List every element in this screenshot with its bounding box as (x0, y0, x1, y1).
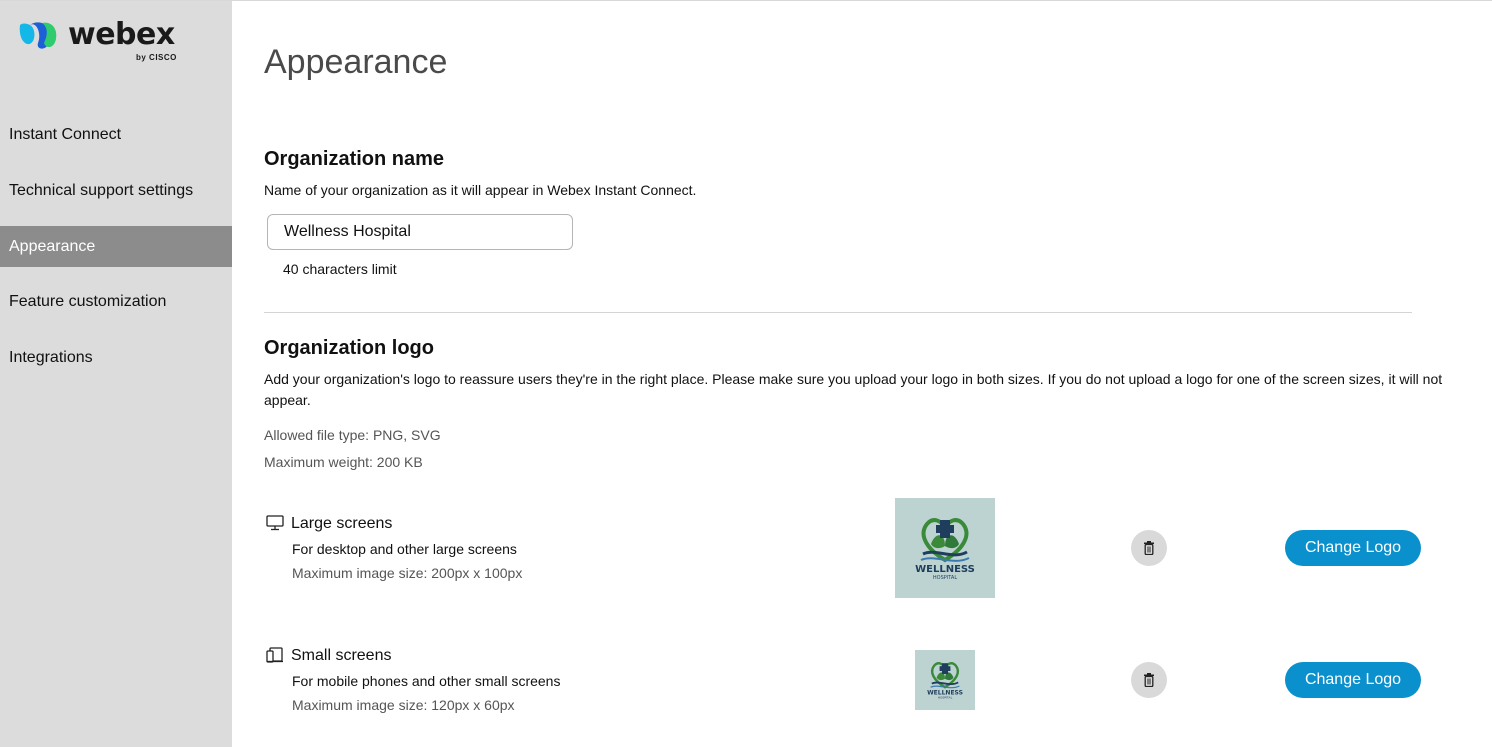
wellness-hospital-logo-large: WELLNESS HOSPITAL (895, 498, 995, 598)
small-screens-title: Small screens (291, 647, 392, 664)
sidebar-item-appearance[interactable]: Appearance (0, 226, 232, 267)
sidebar-nav: Instant Connect Technical support settin… (0, 107, 232, 386)
org-logo-description: Add your organization's logo to reassure… (264, 371, 1443, 408)
section-divider (264, 312, 1412, 313)
monitor-icon (266, 515, 284, 531)
org-logo-heading: Organization logo (264, 337, 434, 359)
change-small-logo-button[interactable]: Change Logo (1285, 662, 1421, 698)
wellness-hospital-logo-small: WELLNESS HOSPITAL (915, 650, 975, 710)
org-name-description: Name of your organization as it will app… (264, 182, 697, 198)
sidebar-item-instant-connect[interactable]: Instant Connect (0, 107, 232, 163)
sidebar-item-technical-support-settings[interactable]: Technical support settings (0, 163, 232, 219)
large-screens-max-size: Maximum image size: 200px x 100px (292, 565, 523, 581)
webex-mark-icon (19, 22, 57, 49)
app-window: webex by CISCO Instant Connect Technical… (0, 0, 1492, 747)
delete-small-logo-button[interactable] (1131, 662, 1167, 698)
delete-large-logo-button[interactable] (1131, 530, 1167, 566)
small-screens-subtitle: For mobile phones and other small screen… (292, 673, 561, 689)
allowed-file-types: Allowed file type: PNG, SVG (264, 427, 441, 443)
maximum-weight: Maximum weight: 200 KB (264, 454, 423, 470)
page-title: Appearance (264, 43, 448, 81)
webex-logo: webex by CISCO (16, 17, 186, 67)
large-screens-title: Large screens (291, 515, 393, 532)
change-large-logo-button[interactable]: Change Logo (1285, 530, 1421, 566)
org-name-heading: Organization name (264, 148, 445, 170)
devices-icon (266, 647, 283, 663)
org-name-input[interactable] (267, 214, 573, 250)
large-logo-preview: WELLNESS HOSPITAL (895, 498, 995, 598)
large-logo-text: WELLNESS (915, 564, 975, 575)
trash-icon (1144, 541, 1154, 555)
sidebar-item-feature-customization[interactable]: Feature customization (0, 274, 232, 330)
large-logo-subtext: HOSPITAL (933, 575, 957, 581)
sidebar-item-integrations[interactable]: Integrations (0, 330, 232, 386)
char-limit-hint: 40 characters limit (283, 261, 397, 277)
small-logo-preview: WELLNESS HOSPITAL (915, 650, 975, 710)
large-screens-subtitle: For desktop and other large screens (292, 541, 517, 557)
logo-by-cisco: by CISCO (136, 53, 177, 62)
small-logo-subtext: HOSPITAL (938, 696, 953, 700)
trash-icon (1144, 673, 1154, 687)
sidebar: webex by CISCO Instant Connect Technical… (0, 1, 232, 747)
logo-wordmark: webex (68, 17, 175, 52)
small-screens-max-size: Maximum image size: 120px x 60px (292, 697, 515, 713)
